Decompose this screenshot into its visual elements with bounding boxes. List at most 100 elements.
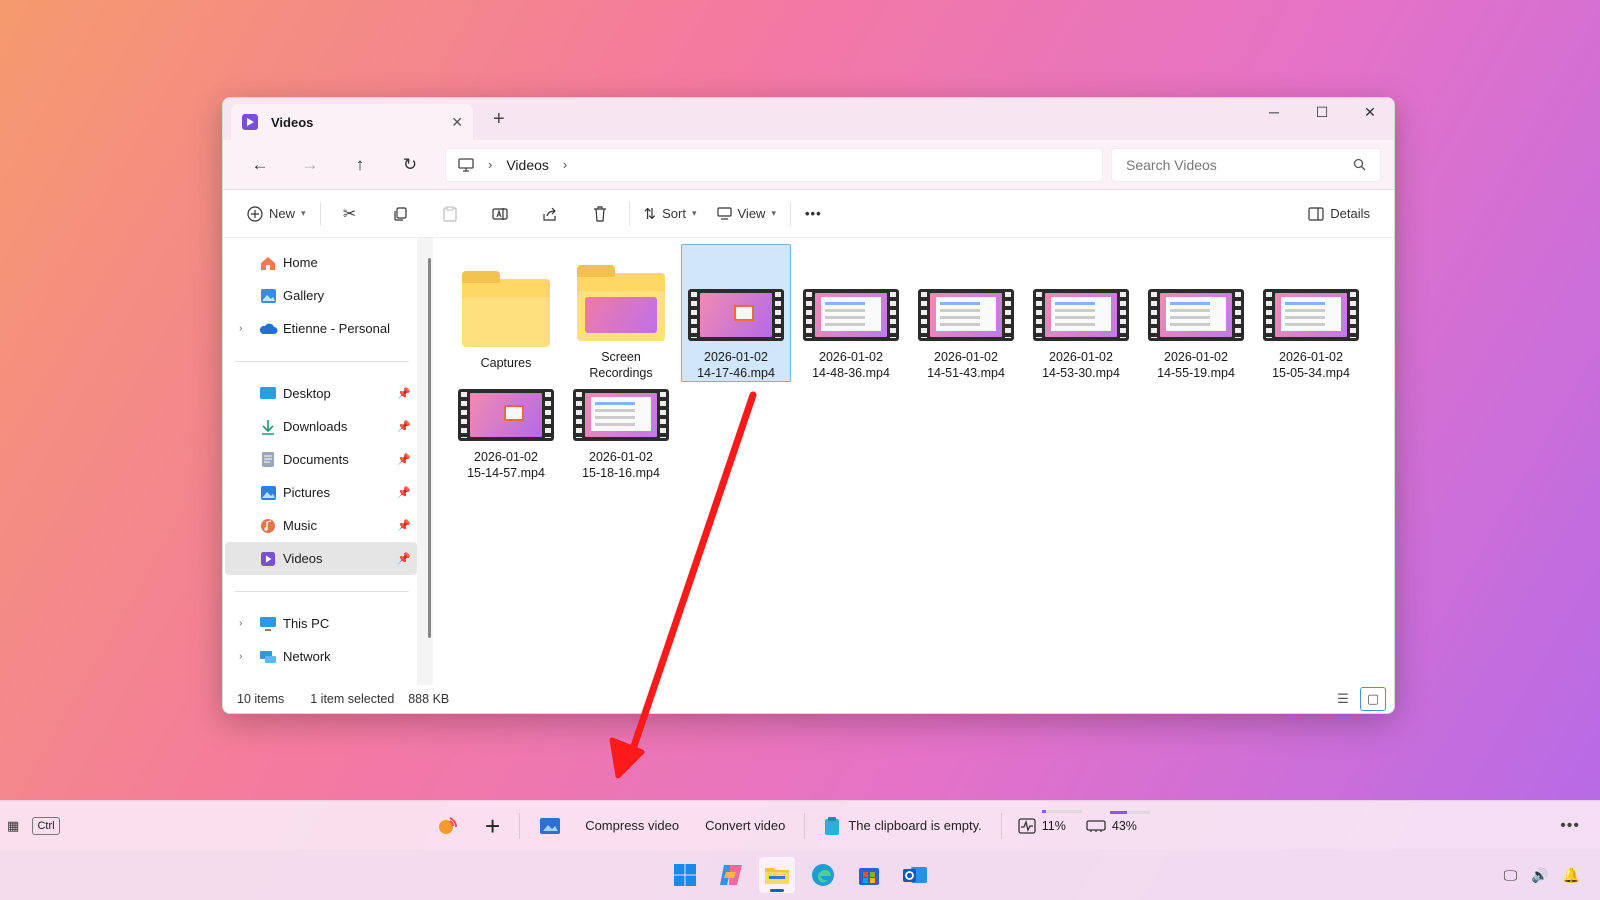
navigation-bar: ← → ↑ ↻ › Videos › Search Videos [223,140,1394,190]
memory-meter[interactable]: 43% [1076,810,1150,833]
chevron-right-icon[interactable]: › [239,651,257,662]
view-button[interactable]: View ▾ [707,198,786,230]
share-button[interactable] [525,198,575,230]
edge-button[interactable] [805,857,841,893]
file-video[interactable]: 2026-01-02 15-05-34.mp4 [1256,244,1366,382]
new-tab-button[interactable]: + [493,108,505,131]
chevron-down-icon: ▾ [301,208,306,218]
volume-icon[interactable]: 🔊 [1531,867,1548,884]
sidebar-item-gallery[interactable]: Gallery [225,279,417,312]
pin-icon[interactable]: 📌 [397,552,411,565]
maximize-button[interactable]: ☐ [1298,98,1346,126]
folder-captures[interactable]: Captures [451,244,561,382]
back-button[interactable]: ← [235,149,285,181]
search-box[interactable]: Search Videos [1111,147,1381,182]
forward-button[interactable]: → [285,149,335,181]
chevron-right-icon[interactable]: › [563,157,567,172]
compress-video-button[interactable]: Compress video [526,817,692,835]
search-input[interactable]: Search Videos [1126,157,1217,173]
sidebar-item-this-pc[interactable]: › This PC [225,607,417,640]
assistant-button[interactable] [424,815,472,837]
file-video[interactable]: 2026-01-02 15-14-57.mp4 [451,382,561,480]
share-icon [542,207,556,221]
chevron-right-icon[interactable]: › [239,323,257,334]
pin-icon[interactable]: 📌 [397,420,411,433]
sidebar-item-home[interactable]: Home [225,246,417,279]
sidebar-item-music[interactable]: Music 📌 [225,509,417,542]
file-video[interactable]: 2026-01-02 14-17-46.mp4 [681,244,791,382]
cut-button[interactable]: ✂ [325,198,375,230]
more-options-icon[interactable]: ••• [1560,817,1580,835]
divider [319,201,321,226]
outlook-button[interactable] [897,857,933,893]
add-action-button[interactable]: + [472,813,513,839]
sidebar-divider [235,361,409,362]
video-thumbnail-icon [458,389,554,441]
minimize-button[interactable]: ─ [1250,98,1298,126]
breadcrumb-videos[interactable]: Videos [506,157,549,173]
sidebar-item-onedrive[interactable]: › Etienne - Personal [225,312,417,345]
pictures-icon [260,485,276,500]
more-options-button[interactable]: ••• [795,198,832,230]
new-button[interactable]: New ▾ [237,198,316,230]
file-video[interactable]: 2026-01-02 14-55-19.mp4 [1141,244,1251,382]
sidebar-item-downloads[interactable]: Downloads 📌 [225,410,417,443]
video-thumbnail-icon [688,289,784,341]
folder-screen-recordings[interactable]: Screen Recordings [566,244,676,382]
video-thumbnail-icon [1263,289,1359,341]
tab-videos[interactable]: Videos ✕ [231,104,473,140]
file-video[interactable]: 2026-01-02 14-53-30.mp4 [1026,244,1136,382]
pin-icon[interactable]: 📌 [397,519,411,532]
refresh-button[interactable]: ↻ [385,149,435,181]
copilot-button[interactable] [713,857,749,893]
chevron-right-icon: › [488,157,493,172]
tab-close-icon[interactable]: ✕ [451,114,463,131]
sidebar-item-desktop[interactable]: Desktop 📌 [225,377,417,410]
up-button[interactable]: ↑ [335,149,385,181]
copy-button[interactable] [375,198,425,230]
desktop-icon [260,387,276,399]
apps-grid-icon[interactable]: ▦ [7,818,19,834]
sidebar-item-videos[interactable]: Videos 📌 [225,542,417,575]
sidebar-item-documents[interactable]: Documents 📌 [225,443,417,476]
file-video[interactable]: 2026-01-02 14-48-36.mp4 [796,244,906,382]
rename-button[interactable] [475,198,525,230]
pin-icon[interactable]: 📌 [397,387,411,400]
chevron-right-icon[interactable]: › [239,618,257,629]
details-view-icon[interactable]: ☰ [1330,687,1356,711]
store-button[interactable] [851,857,887,893]
start-button[interactable] [667,857,703,893]
sidebar-item-network[interactable]: › Network [225,640,417,673]
assistant-icon [439,816,457,834]
sort-icon: ⇅ [643,205,657,223]
file-video[interactable]: 2026-01-02 14-51-43.mp4 [911,244,1021,382]
file-video[interactable]: 2026-01-02 15-18-16.mp4 [566,382,676,480]
paste-button[interactable] [425,198,475,230]
tiles-view-icon[interactable]: ▢ [1360,687,1386,711]
gallery-icon [260,288,276,303]
pin-icon[interactable]: 📌 [397,453,411,466]
address-bar[interactable]: › Videos › [445,147,1103,182]
delete-button[interactable] [575,198,625,230]
convert-video-button[interactable]: Convert video [692,818,798,833]
memory-level-bar [1109,810,1128,814]
sidebar-scrollbar[interactable] [428,258,431,638]
windows-logo-icon [674,864,696,886]
network-status-icon[interactable]: 🖵 [1504,867,1518,884]
sidebar-item-pictures[interactable]: Pictures 📌 [225,476,417,509]
file-explorer-button[interactable] [759,857,795,893]
pin-icon[interactable]: 📌 [397,486,411,499]
details-label: Details [1330,206,1370,221]
details-button[interactable]: Details [1298,198,1380,230]
copilot-icon [720,865,742,885]
folder-icon [462,271,550,347]
video-file-icon [540,817,561,834]
command-bar: New ▾ ✂ ⇅ Sort ▾ View ▾ ••• Details [223,190,1394,238]
clipboard-status[interactable]: The clipboard is empty. [811,816,994,836]
close-button[interactable]: ✕ [1346,98,1394,126]
cpu-meter[interactable]: 11% [1008,809,1082,834]
ctrl-key-badge[interactable]: Ctrl [32,816,60,835]
sort-button[interactable]: ⇅ Sort ▾ [634,198,707,230]
clipboard-icon [825,816,840,835]
notification-bell-icon[interactable]: 🔔 [1563,867,1580,884]
